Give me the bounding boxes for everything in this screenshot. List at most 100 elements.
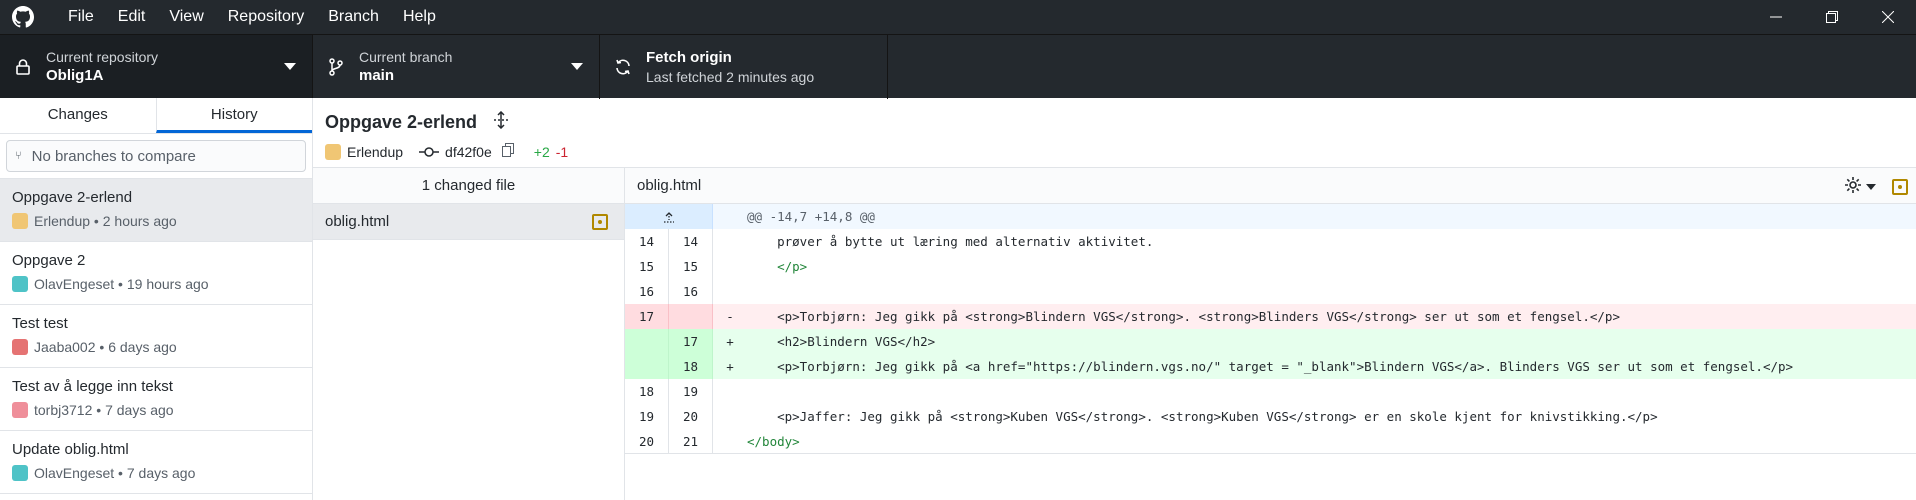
toolbar: Current repository Oblig1A Current branc… [0,34,1916,99]
copy-icon[interactable] [501,143,514,160]
commit-list-item[interactable]: Test test Jaaba002 • 6 days ago [0,305,312,368]
branch-compare-placeholder: No branches to compare [31,147,196,165]
lock-icon [14,58,32,76]
file-list-item[interactable]: oblig.html [313,204,624,240]
tab-history[interactable]: History [155,98,312,133]
commit-title: Test test [12,315,68,332]
commit-title: Test av å legge inn tekst [12,378,173,395]
commit-sha: df42f0e [445,143,492,160]
diff-line-code: <p>Torbjørn: Jeg gikk på <a href="https:… [747,359,1794,374]
menu-repository[interactable]: Repository [216,0,316,34]
fetch-origin-button[interactable]: Fetch origin Last fetched 2 minutes ago [600,35,888,99]
avatar [325,143,341,160]
commit-summary-author: Erlendup [347,143,404,160]
branch-compare-input[interactable]: ⑂ No branches to compare [6,140,306,172]
diff-body: @@ -14,7 +14,8 @@ 14 14 prøver å bytte u… [625,204,1916,454]
tab-changes[interactable]: Changes [0,98,156,133]
commit-author: OlavEngeset [34,276,115,292]
chevron-down-icon [284,63,296,70]
diff-header: oblig.html [625,168,1916,204]
github-logo-icon [12,6,34,28]
file-modified-icon [1892,179,1908,195]
sidebar: Changes History ⑂ No branches to compare… [0,98,313,500]
file-name: oblig.html [325,213,390,230]
repository-name: Oblig1A [46,67,104,84]
diff-filename: oblig.html [637,177,702,194]
commit-list-item[interactable]: Test av å legge inn tekst torbj3712 • 7 … [0,368,312,431]
diff-line-deleted[interactable]: 17 - <p>Torbjørn: Jeg gikk på <strong>Bl… [625,304,1916,329]
chevron-down-icon [571,63,583,70]
last-fetched-text: Last fetched 2 minutes ago [646,69,815,85]
close-button[interactable] [1860,0,1916,34]
commit-summary: Oppgave 2-erlend Erlendup df42f0e +2 -1 [313,98,1916,168]
commit-time: 2 hours ago [102,213,177,229]
diff-line[interactable]: 15 15 </p> [625,254,1916,279]
expand-icon[interactable] [493,110,509,134]
diff-line-code [747,279,1916,304]
sidebar-tabs: Changes History [0,98,312,134]
close-icon [1882,11,1894,23]
commit-list-item[interactable]: Update oblig.html OlavEngeset • 7 days a… [0,431,312,494]
restore-button[interactable] [1804,0,1860,34]
branch-compare-icon: ⑂ [15,150,22,162]
diff-hunk-text: @@ -14,7 +14,8 @@ [747,209,875,224]
commit-author: Jaaba002 [34,339,96,355]
changed-files-header: 1 changed file [313,168,624,204]
gear-icon[interactable] [1844,176,1862,198]
avatar [12,213,28,229]
diff-line-added[interactable]: 17 + <h2>Blindern VGS</h2> [625,329,1916,354]
commit-title: Update oblig.html [12,441,129,458]
menu-file[interactable]: File [56,0,106,34]
commit-list: Oppgave 2-erlend Erlendup • 2 hours ago … [0,178,312,494]
diff-hunk-header: @@ -14,7 +14,8 @@ [625,204,1916,229]
git-branch-icon [327,58,345,76]
menu-help[interactable]: Help [391,0,448,34]
branch-name: main [359,67,395,84]
commit-author: OlavEngeset [34,465,115,481]
deletions-count: -1 [555,143,569,160]
current-repository-dropdown[interactable]: Current repository Oblig1A [0,35,313,99]
avatar [12,339,28,355]
diff-line[interactable]: 20 21 </body> [625,429,1916,454]
expand-up-icon[interactable] [625,204,713,229]
diff-line-code: <p>Torbjørn: Jeg gikk på <strong>Blinder… [747,309,1620,324]
commit-author: Erlendup [34,213,91,229]
avatar [12,465,28,481]
branch-label: Current branch [359,49,453,65]
diff-line[interactable]: 16 16 [625,279,1916,304]
avatar [12,402,28,418]
commit-time: 19 hours ago [126,276,209,292]
git-commit-icon [419,146,440,157]
sync-icon [614,58,632,76]
diff-line[interactable]: 14 14 prøver å bytte ut læring med alter… [625,229,1916,254]
diff-line-code: prøver å bytte ut læring med alternativ … [747,234,1154,249]
commit-list-item[interactable]: Oppgave 2 OlavEngeset • 19 hours ago [0,242,312,305]
menu-branch[interactable]: Branch [316,0,391,34]
commit-title: Oppgave 2 [12,252,86,269]
diff-line[interactable]: 18 19 [625,379,1916,404]
commit-summary-title: Oppgave 2-erlend [325,112,478,132]
diff-line[interactable]: 19 20 <p>Jaffer: Jeg gikk på <strong>Kub… [625,404,1916,429]
minimize-button[interactable] [1748,0,1804,34]
diff-line-code: <h2>Blindern VGS</h2> [747,334,936,349]
current-branch-dropdown[interactable]: Current branch main [313,35,600,99]
diff-line-added[interactable]: 18 + <p>Torbjørn: Jeg gikk på <a href="h… [625,354,1916,379]
diff-line-code [747,379,1916,404]
diff-line-code: </body> [747,434,800,449]
menu-edit[interactable]: Edit [106,0,158,34]
repository-label: Current repository [46,49,159,65]
commit-time: 7 days ago [126,465,196,481]
chevron-down-icon[interactable] [1866,184,1876,190]
commit-list-item[interactable]: Oppgave 2-erlend Erlendup • 2 hours ago [0,179,312,242]
file-modified-icon [592,214,608,230]
additions-count: +2 [533,143,550,160]
window-controls [1748,0,1916,34]
commit-title: Oppgave 2-erlend [12,189,133,206]
diff-panel: oblig.html @@ -14,7 +14,8 @@ 14 14 prøve… [625,168,1916,500]
commit-time: 6 days ago [108,339,177,355]
changed-files-panel: 1 changed file oblig.html [313,168,625,500]
avatar [12,276,28,292]
commit-author: torbj3712 [34,402,93,418]
fetch-title: Fetch origin [646,49,732,66]
menu-view[interactable]: View [157,0,215,34]
